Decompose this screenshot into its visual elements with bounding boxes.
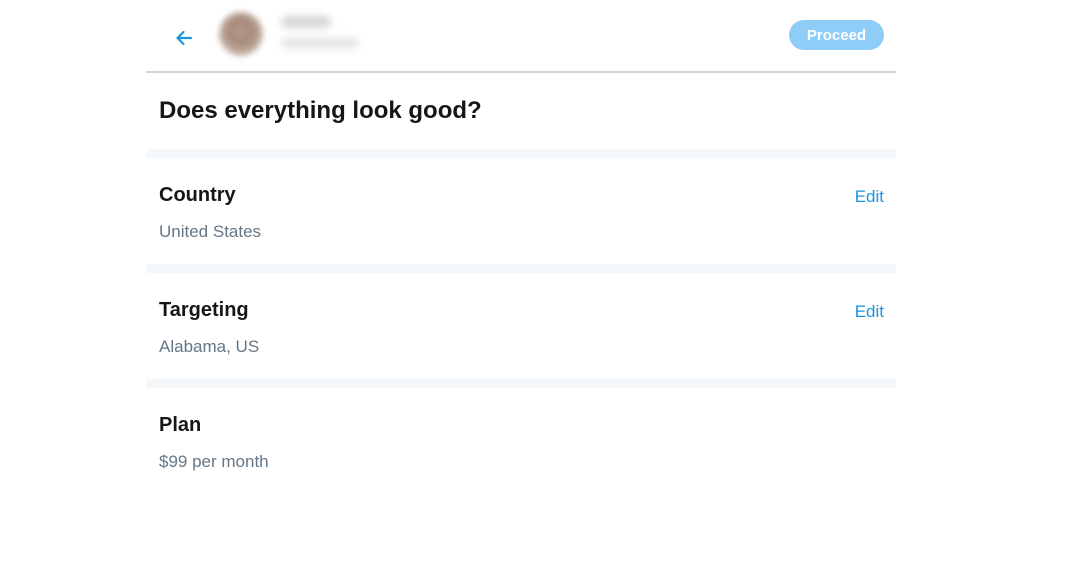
section-divider (146, 149, 896, 158)
avatar (219, 12, 263, 56)
proceed-button[interactable]: Proceed (789, 20, 884, 50)
country-value: United States (159, 222, 262, 241)
page-title: Does everything look good? (159, 97, 482, 124)
country-label: Country (159, 184, 236, 206)
plan-value: $99 per month (159, 452, 269, 471)
edit-targeting-link[interactable]: Edit (855, 302, 884, 322)
section-divider (146, 264, 896, 273)
account-handle-blurred (281, 38, 359, 48)
arrow-left-icon (176, 30, 193, 46)
review-panel: Proceed Does everything look good? Count… (146, 0, 896, 565)
header-bar: Proceed (146, 0, 896, 73)
targeting-value: Alabama, US (159, 337, 260, 356)
plan-label: Plan (159, 414, 202, 436)
section-divider (146, 379, 896, 388)
account-name-blurred (281, 16, 331, 28)
targeting-label: Targeting (159, 299, 249, 321)
back-button[interactable] (170, 24, 198, 52)
account-info-blurred (215, 0, 375, 71)
edit-country-link[interactable]: Edit (855, 187, 884, 207)
